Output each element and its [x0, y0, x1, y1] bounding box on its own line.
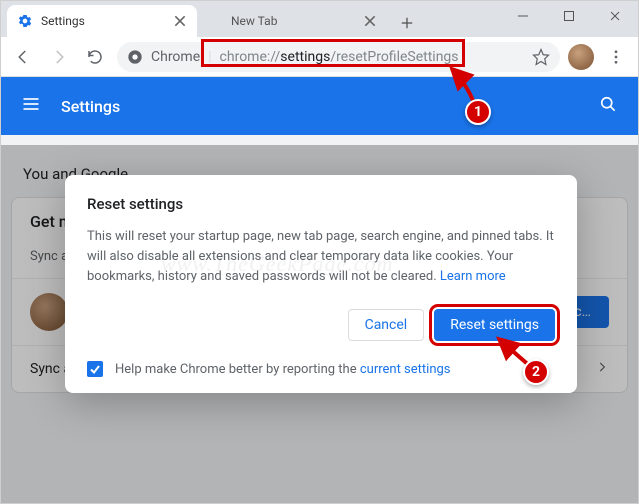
chrome-menu-button[interactable]	[602, 43, 630, 71]
annotation-badge-1: 1	[465, 99, 491, 125]
learn-more-link[interactable]: Learn more	[440, 269, 506, 284]
tab-close-icon[interactable]	[173, 14, 187, 28]
gear-icon	[17, 13, 33, 29]
browser-toolbar: Chrome | chrome://settings/resetProfileS…	[1, 37, 638, 77]
window-close-button[interactable]	[592, 1, 638, 31]
browser-tab-settings[interactable]: Settings	[7, 5, 197, 37]
new-tab-button[interactable]	[393, 9, 421, 37]
dialog-title: Reset settings	[87, 195, 555, 213]
chrome-icon	[127, 49, 143, 65]
back-button[interactable]	[9, 43, 37, 71]
hamburger-icon[interactable]	[21, 94, 41, 118]
tab-title: Settings	[41, 14, 165, 28]
annotation-badge-2: 2	[523, 359, 549, 385]
address-bar[interactable]: Chrome | chrome://settings/resetProfileS…	[117, 42, 560, 72]
bookmark-star-icon[interactable]	[532, 48, 550, 66]
window-minimize-button[interactable]	[500, 1, 546, 31]
security-chip: Chrome	[151, 49, 200, 65]
blank-favicon	[207, 13, 223, 29]
page-title: Settings	[61, 97, 578, 116]
checkbox-label: Help make Chrome better by reporting the…	[115, 362, 451, 377]
reload-button[interactable]	[81, 43, 109, 71]
tab-title: New Tab	[231, 14, 355, 28]
search-icon[interactable]	[598, 94, 618, 118]
report-checkbox-row[interactable]: Help make Chrome better by reporting the…	[87, 361, 555, 377]
current-settings-link[interactable]: current settings	[360, 362, 451, 377]
forward-button[interactable]	[45, 43, 73, 71]
profile-avatar[interactable]	[568, 44, 594, 70]
dialog-body: This will reset your startup page, new t…	[87, 227, 555, 287]
settings-header: Settings	[1, 77, 638, 135]
browser-tab-newtab[interactable]: New Tab	[197, 5, 387, 37]
tab-close-icon[interactable]	[363, 14, 377, 28]
checkbox-checked-icon[interactable]	[87, 361, 103, 377]
cancel-button[interactable]: Cancel	[348, 309, 425, 341]
window-maximize-button[interactable]	[546, 1, 592, 31]
window-controls	[500, 1, 638, 31]
